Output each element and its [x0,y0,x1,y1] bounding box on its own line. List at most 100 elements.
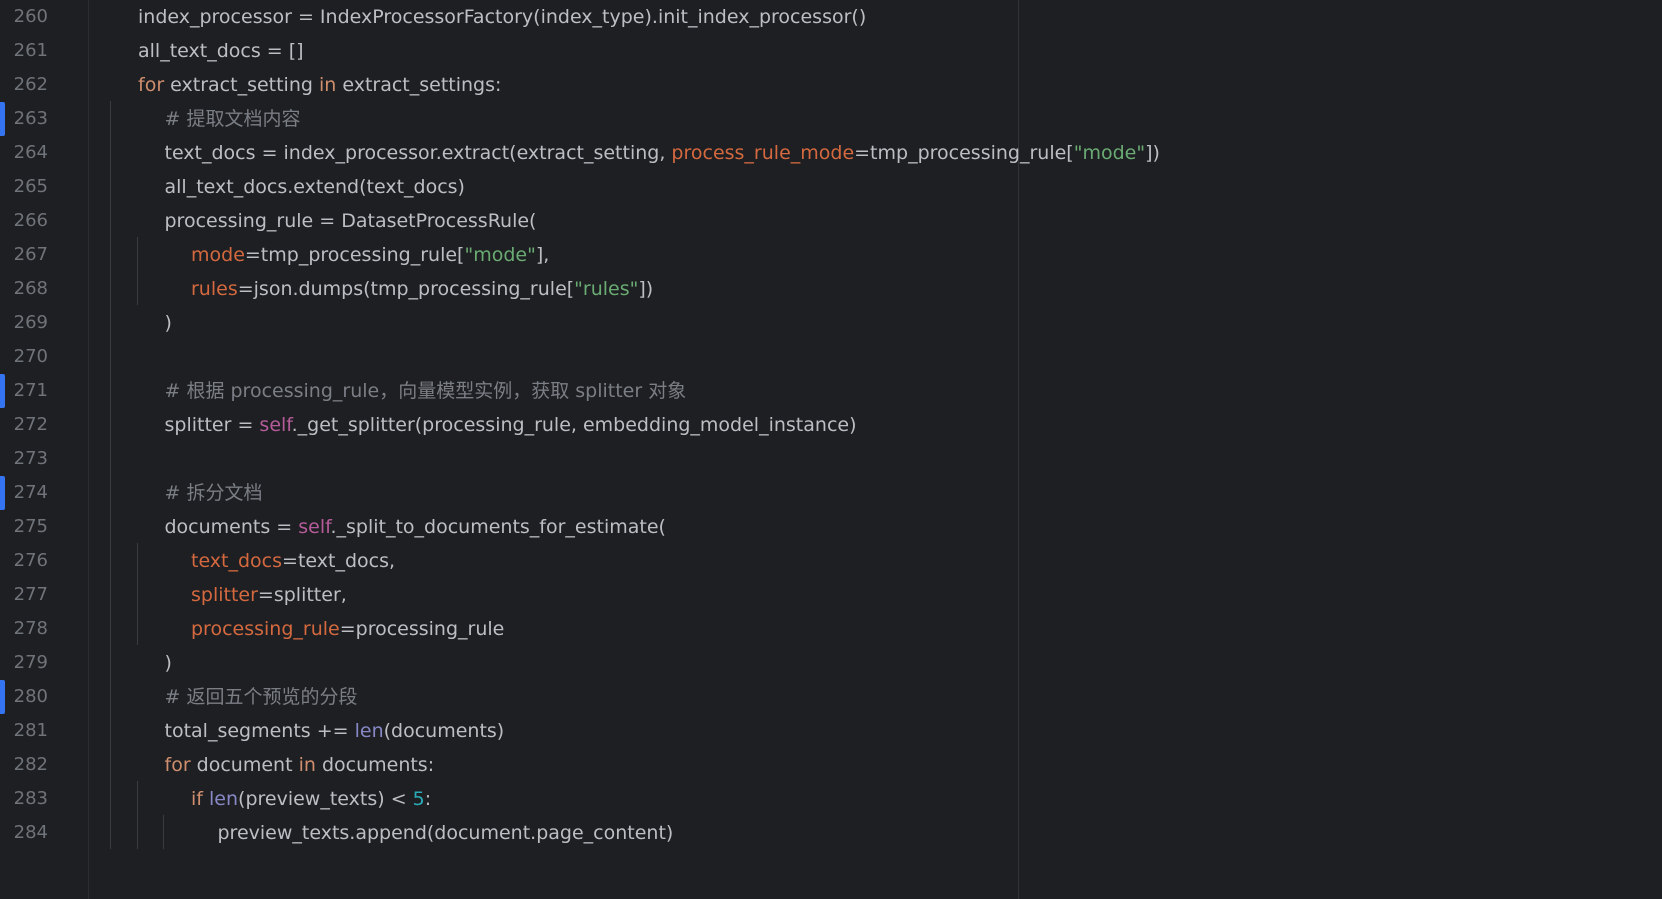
line-number: 281 [13,720,48,741]
gutter-row[interactable]: 279 [0,645,88,681]
gutter-row[interactable]: 284 [0,815,88,851]
code-line[interactable]: splitter=splitter, [88,577,1662,613]
gutter-row[interactable]: 266 [0,203,88,239]
line-number: 271 [13,380,48,401]
code-text: splitter = self._get_splitter(processing… [165,407,857,443]
code-token: "rules" [574,278,639,300]
code-text: mode=tmp_processing_rule["mode"], [191,237,549,273]
code-text: processing_rule = DatasetProcessRule( [165,203,537,239]
code-line[interactable]: splitter = self._get_splitter(processing… [88,407,1662,443]
code-text: for extract_setting in extract_settings: [138,67,501,103]
code-text: preview_texts.append(document.page_conte… [218,815,674,851]
gutter-row[interactable]: 268 [0,271,88,307]
gutter-row[interactable]: 273 [0,441,88,477]
gutter-row[interactable]: 270 [0,339,88,375]
code-token: self [259,414,292,436]
line-number: 260 [13,6,48,27]
code-line[interactable]: processing_rule=processing_rule [88,611,1662,647]
code-text: processing_rule=processing_rule [191,611,504,647]
line-number: 280 [13,686,48,707]
line-number-gutter[interactable]: 260 261 262 263 264 265 266 267 268 269 270 271 272 2… [0,0,88,899]
gutter-row[interactable]: 276 [0,543,88,579]
code-line[interactable]: # 返回五个预览的分段 [88,679,1662,715]
line-number: 269 [13,312,48,333]
line-number: 273 [13,448,48,469]
line-number: 265 [13,176,48,197]
code-line[interactable]: mode=tmp_processing_rule["mode"], [88,237,1662,273]
code-line[interactable]: rules=json.dumps(tmp_processing_rule["ru… [88,271,1662,307]
gutter-row[interactable]: 267 [0,237,88,273]
gutter-row[interactable]: 283 [0,781,88,817]
gutter-row[interactable]: 264 [0,135,88,171]
code-text: splitter=splitter, [191,577,347,613]
line-number: 270 [13,346,48,367]
code-token: documents: [315,754,435,776]
code-line[interactable]: ) [88,305,1662,341]
code-text: all_text_docs.extend(text_docs) [165,169,465,205]
code-token: for [138,74,165,96]
code-line[interactable]: documents = self._split_to_documents_for… [88,509,1662,545]
code-editor[interactable]: 260 261 262 263 264 265 266 267 268 269 270 271 272 2… [0,0,1662,899]
code-token: len [209,788,239,810]
code-line[interactable]: for extract_setting in extract_settings: [88,67,1662,103]
code-token: =tmp_processing_rule[ [244,244,465,266]
code-token: preview_texts.append(document.page_conte… [217,822,674,844]
gutter-row[interactable]: 271 [0,373,88,409]
code-token: processing_rule [191,618,340,640]
code-token: mode [191,244,245,266]
code-line[interactable]: for document in documents: [88,747,1662,783]
code-line[interactable]: index_processor = IndexProcessorFactory(… [88,0,1662,35]
code-text: rules=json.dumps(tmp_processing_rule["ru… [191,271,653,307]
gutter-row[interactable]: 277 [0,577,88,613]
gutter-row[interactable]: 278 [0,611,88,647]
code-text: if len(preview_texts) < 5: [191,781,431,817]
code-token: in [298,754,316,776]
code-line[interactable]: if len(preview_texts) < 5: [88,781,1662,817]
gutter-row[interactable]: 262 [0,67,88,103]
code-text: index_processor = IndexProcessorFactory(… [138,0,866,35]
code-token: ) [164,312,172,334]
code-token: ]) [638,278,654,300]
code-line[interactable]: # 拆分文档 [88,475,1662,511]
code-token: ._get_splitter(processing_rule, embeddin… [291,414,857,436]
code-area[interactable]: index_processor = IndexProcessorFactory(… [88,0,1662,899]
code-line[interactable] [88,339,1662,375]
code-line[interactable]: preview_texts.append(document.page_conte… [88,815,1662,851]
gutter-row[interactable]: 282 [0,747,88,783]
gutter-row[interactable]: 272 [0,407,88,443]
code-line[interactable] [88,441,1662,477]
line-number: 268 [13,278,48,299]
code-line[interactable]: text_docs = index_processor.extract(extr… [88,135,1662,171]
gutter-row[interactable]: 274 [0,475,88,511]
gutter-row[interactable]: 275 [0,509,88,545]
code-line[interactable]: all_text_docs = [] [88,33,1662,69]
code-token: ], [535,244,550,266]
code-line[interactable]: all_text_docs.extend(text_docs) [88,169,1662,205]
code-token: text_docs [191,550,283,572]
line-number: 277 [13,584,48,605]
code-text: # 拆分文档 [165,475,263,511]
code-line[interactable]: # 提取文档内容 [88,101,1662,137]
indent-guide [163,815,164,849]
code-text: # 提取文档内容 [165,101,301,137]
code-token: all_text_docs = [] [138,40,304,62]
line-number: 278 [13,618,48,639]
line-number: 279 [13,652,48,673]
line-number: 274 [13,482,48,503]
gutter-row[interactable]: 281 [0,713,88,749]
gutter-row[interactable]: 261 [0,33,88,69]
gutter-row[interactable]: 265 [0,169,88,205]
code-line[interactable]: processing_rule = DatasetProcessRule( [88,203,1662,239]
code-line[interactable]: ) [88,645,1662,681]
code-token: in [318,74,337,96]
code-token: ) [164,652,172,674]
gutter-row[interactable]: 260 [0,0,88,35]
gutter-row[interactable]: 269 [0,305,88,341]
gutter-row[interactable]: 263 [0,101,88,137]
gutter-row[interactable]: 280 [0,679,88,715]
code-token: rules [191,278,238,300]
code-line[interactable]: text_docs=text_docs, [88,543,1662,579]
code-line[interactable]: total_segments += len(documents) [88,713,1662,749]
code-text: for document in documents: [165,747,435,783]
code-line[interactable]: # 根据 processing_rule，向量模型实例，获取 splitter … [88,373,1662,409]
